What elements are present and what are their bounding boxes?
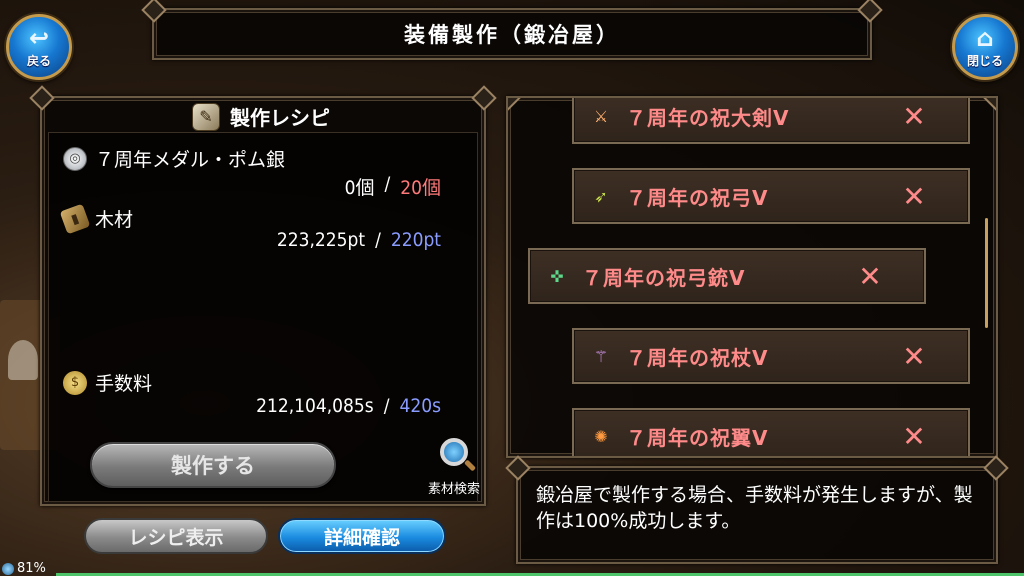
list-item[interactable]: ⚔ ７周年の祝大剣Ⅴ ✕ — [572, 98, 970, 144]
medal-icon: ◎ — [63, 146, 87, 171]
magnifier-icon — [440, 438, 468, 466]
material-quantity: 0個 / 20個 — [345, 173, 441, 200]
close-label: 閉じる — [966, 53, 1003, 68]
required-count: 220pt — [390, 229, 441, 251]
close-button[interactable]: ⌂ 閉じる — [952, 14, 1018, 80]
separator: / — [375, 229, 381, 251]
fee-name: 手数料 — [95, 373, 153, 395]
crossbow-icon: ✜ — [550, 266, 564, 286]
fee-quantity: 212,104,085s / 420s — [256, 395, 441, 417]
coin-icon: $ — [63, 370, 87, 395]
list-item[interactable]: ✺ ７周年の祝翼Ⅴ ✕ — [572, 408, 970, 456]
list-scrollbar[interactable] — [985, 218, 988, 328]
info-panel: 鍛冶屋で製作する場合、手数料が発生しますが、製作は100%成功します。 — [516, 466, 998, 564]
make-button[interactable]: 製作する — [90, 442, 336, 488]
owned-count: 0個 — [344, 177, 375, 199]
material-row: ◎ ７周年メダル・ポム銀 — [63, 145, 285, 172]
item-name: ７周年の祝弓銃Ⅴ — [582, 265, 746, 290]
required-money: 420s — [399, 395, 441, 417]
item-list-panel: ⚔ ７周年の祝大剣Ⅴ ✕ ➶ ７周年の祝弓Ⅴ ✕ ✜ ７周年の祝弓銃Ⅴ ✕ ⚚ … — [506, 96, 998, 458]
wood-icon: ▮ — [59, 203, 91, 234]
home-icon: ⌂ — [976, 23, 994, 52]
recipe-view-button[interactable]: レシピ表示 — [84, 518, 268, 554]
material-name: 木材 — [95, 209, 134, 231]
separator: / — [384, 173, 391, 195]
unavailable-mark: ✕ — [902, 99, 926, 133]
item-name: ７周年の祝杖Ⅴ — [626, 345, 769, 370]
page-title: 装備製作（鍛冶屋） — [404, 23, 620, 47]
owned-count: 223,225pt — [276, 229, 366, 251]
battery-icon — [2, 562, 14, 575]
fee-row: $ 手数料 — [63, 369, 152, 396]
detail-button[interactable]: 詳細確認 — [278, 518, 446, 554]
owned-money: 212,104,085s — [256, 395, 374, 417]
unavailable-mark: ✕ — [858, 259, 882, 293]
unavailable-mark: ✕ — [902, 339, 926, 373]
list-item[interactable]: ➶ ７周年の祝弓Ⅴ ✕ — [572, 168, 970, 224]
recipe-book-icon: ✎ — [192, 102, 220, 131]
back-button[interactable]: ↩ 戻る — [6, 14, 72, 80]
recipe-panel: ✎ 製作レシピ ◎ ７周年メダル・ポム銀 0個 / 20個 ▮ 木材 223,2… — [40, 96, 486, 506]
battery-status: 81% — [2, 561, 46, 576]
back-label: 戻る — [26, 53, 51, 68]
page-title-bar: 装備製作（鍛冶屋） — [152, 8, 872, 60]
material-name: ７周年メダル・ポム銀 — [95, 149, 286, 171]
battery-level: 81% — [17, 561, 46, 576]
list-item-selected[interactable]: ✜ ７周年の祝弓銃Ⅴ ✕ — [528, 248, 926, 304]
required-count: 20個 — [400, 177, 441, 199]
item-name: ７周年の祝大剣Ⅴ — [626, 105, 790, 130]
item-name: ７周年の祝翼Ⅴ — [626, 425, 769, 450]
info-text: 鍛冶屋で製作する場合、手数料が発生しますが、製作は100%成功します。 — [536, 484, 973, 532]
background-lamp — [8, 340, 38, 380]
unavailable-mark: ✕ — [902, 179, 926, 213]
bow-icon: ➶ — [594, 186, 608, 206]
wing-icon: ✺ — [594, 426, 608, 446]
list-item[interactable]: ⚚ ７周年の祝杖Ⅴ ✕ — [572, 328, 970, 384]
material-quantity: 223,225pt / 220pt — [277, 229, 441, 251]
recipe-header: ✎ 製作レシピ — [192, 102, 330, 131]
separator: / — [383, 395, 390, 417]
material-search-label: 素材検索 — [427, 482, 480, 497]
staff-icon: ⚚ — [593, 346, 609, 366]
material-search-button[interactable]: 素材検索 — [412, 438, 496, 497]
unavailable-mark: ✕ — [902, 419, 926, 453]
greatsword-icon: ⚔ — [593, 106, 609, 126]
item-name: ７周年の祝弓Ⅴ — [626, 185, 769, 210]
material-row: ▮ 木材 — [59, 203, 134, 234]
return-arrow-icon: ↩ — [28, 23, 50, 52]
recipe-title: 製作レシピ — [230, 106, 330, 130]
